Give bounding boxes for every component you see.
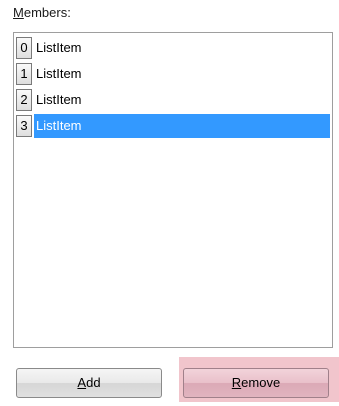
- members-label: Members:: [13, 5, 71, 20]
- list-item-index: 2: [16, 89, 32, 111]
- remove-button-label: emove: [241, 375, 281, 390]
- members-editor-panel: Members: 0 ListItem 1 ListItem 2 ListIte…: [0, 0, 339, 406]
- list-item-label: ListItem: [34, 114, 330, 138]
- list-item-label: ListItem: [36, 66, 82, 81]
- members-label-mnemonic: M: [13, 5, 24, 20]
- list-item[interactable]: 0 ListItem: [16, 36, 330, 60]
- add-button-mnemonic: A: [77, 375, 87, 390]
- list-item-index: 0: [16, 37, 32, 59]
- list-item-selected[interactable]: 3 ListItem: [16, 114, 330, 138]
- add-button-label: dd: [86, 375, 101, 390]
- remove-button-mnemonic: R: [231, 375, 242, 390]
- list-item-label: ListItem: [36, 92, 82, 107]
- remove-button[interactable]: Remove: [183, 368, 329, 398]
- list-item[interactable]: 2 ListItem: [16, 88, 330, 112]
- list-item-index: 3: [16, 115, 32, 137]
- list-item-label: ListItem: [36, 40, 82, 55]
- members-label-text: embers:: [23, 5, 71, 20]
- list-item[interactable]: 1 ListItem: [16, 62, 330, 86]
- add-button[interactable]: Add: [16, 368, 162, 398]
- list-item-index: 1: [16, 63, 32, 85]
- members-listbox[interactable]: 0 ListItem 1 ListItem 2 ListItem 3 ListI…: [13, 32, 333, 348]
